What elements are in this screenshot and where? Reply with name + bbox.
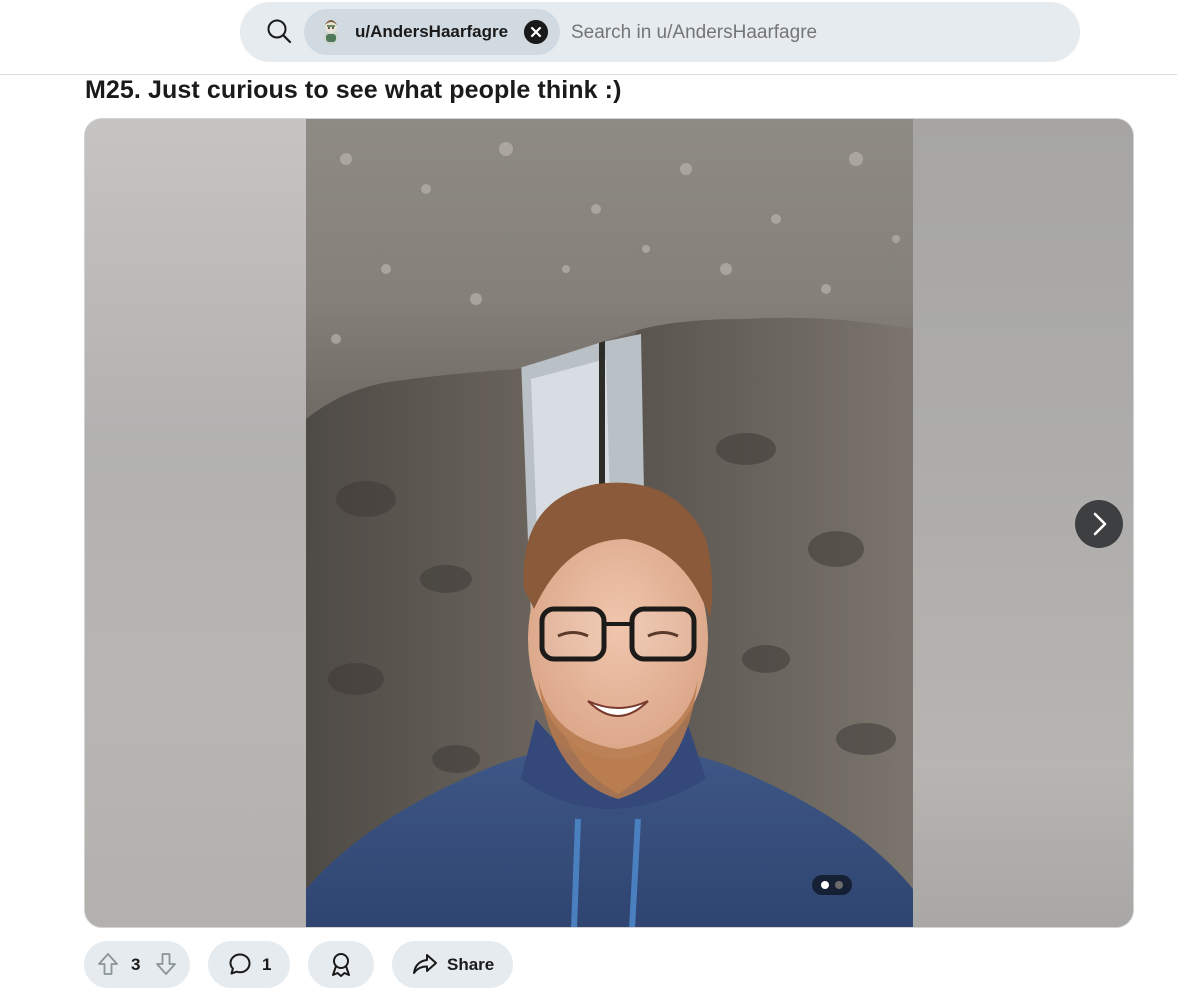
award-ribbon-icon bbox=[332, 953, 350, 977]
share-arrow-icon bbox=[413, 954, 437, 974]
gallery-pagination-dots bbox=[812, 875, 852, 895]
chevron-right-icon bbox=[1093, 512, 1107, 536]
vote-controls: 3 bbox=[84, 941, 190, 988]
post-photo-illustration bbox=[306, 119, 913, 927]
gallery-next-button[interactable] bbox=[1075, 500, 1123, 548]
comments-button[interactable]: 1 bbox=[208, 941, 290, 988]
vote-count: 3 bbox=[131, 955, 141, 974]
downvote-arrow-icon[interactable] bbox=[154, 951, 178, 977]
share-button[interactable]: Share bbox=[392, 941, 513, 988]
upvote-arrow-icon[interactable] bbox=[96, 951, 120, 977]
search-scope-label: u/AndersHaarfagre bbox=[355, 22, 509, 41]
post-image[interactable] bbox=[306, 119, 913, 927]
share-label: Share bbox=[447, 955, 495, 974]
comment-bubble-icon bbox=[229, 953, 251, 975]
top-header: u/AndersHaarfagre bbox=[0, 0, 1177, 75]
comment-count: 1 bbox=[262, 955, 272, 974]
award-button[interactable] bbox=[308, 941, 374, 988]
close-icon[interactable] bbox=[524, 20, 548, 44]
post-title[interactable]: M25. Just curious to see what people thi… bbox=[85, 76, 622, 105]
search-input[interactable] bbox=[571, 22, 1051, 44]
gallery-dot-inactive[interactable] bbox=[835, 881, 843, 889]
media-gallery[interactable] bbox=[84, 118, 1134, 928]
gallery-blur-left bbox=[85, 119, 306, 927]
gallery-dot-active[interactable] bbox=[821, 881, 829, 889]
search-icon[interactable] bbox=[266, 18, 292, 44]
snoo-avatar-icon bbox=[324, 20, 338, 45]
